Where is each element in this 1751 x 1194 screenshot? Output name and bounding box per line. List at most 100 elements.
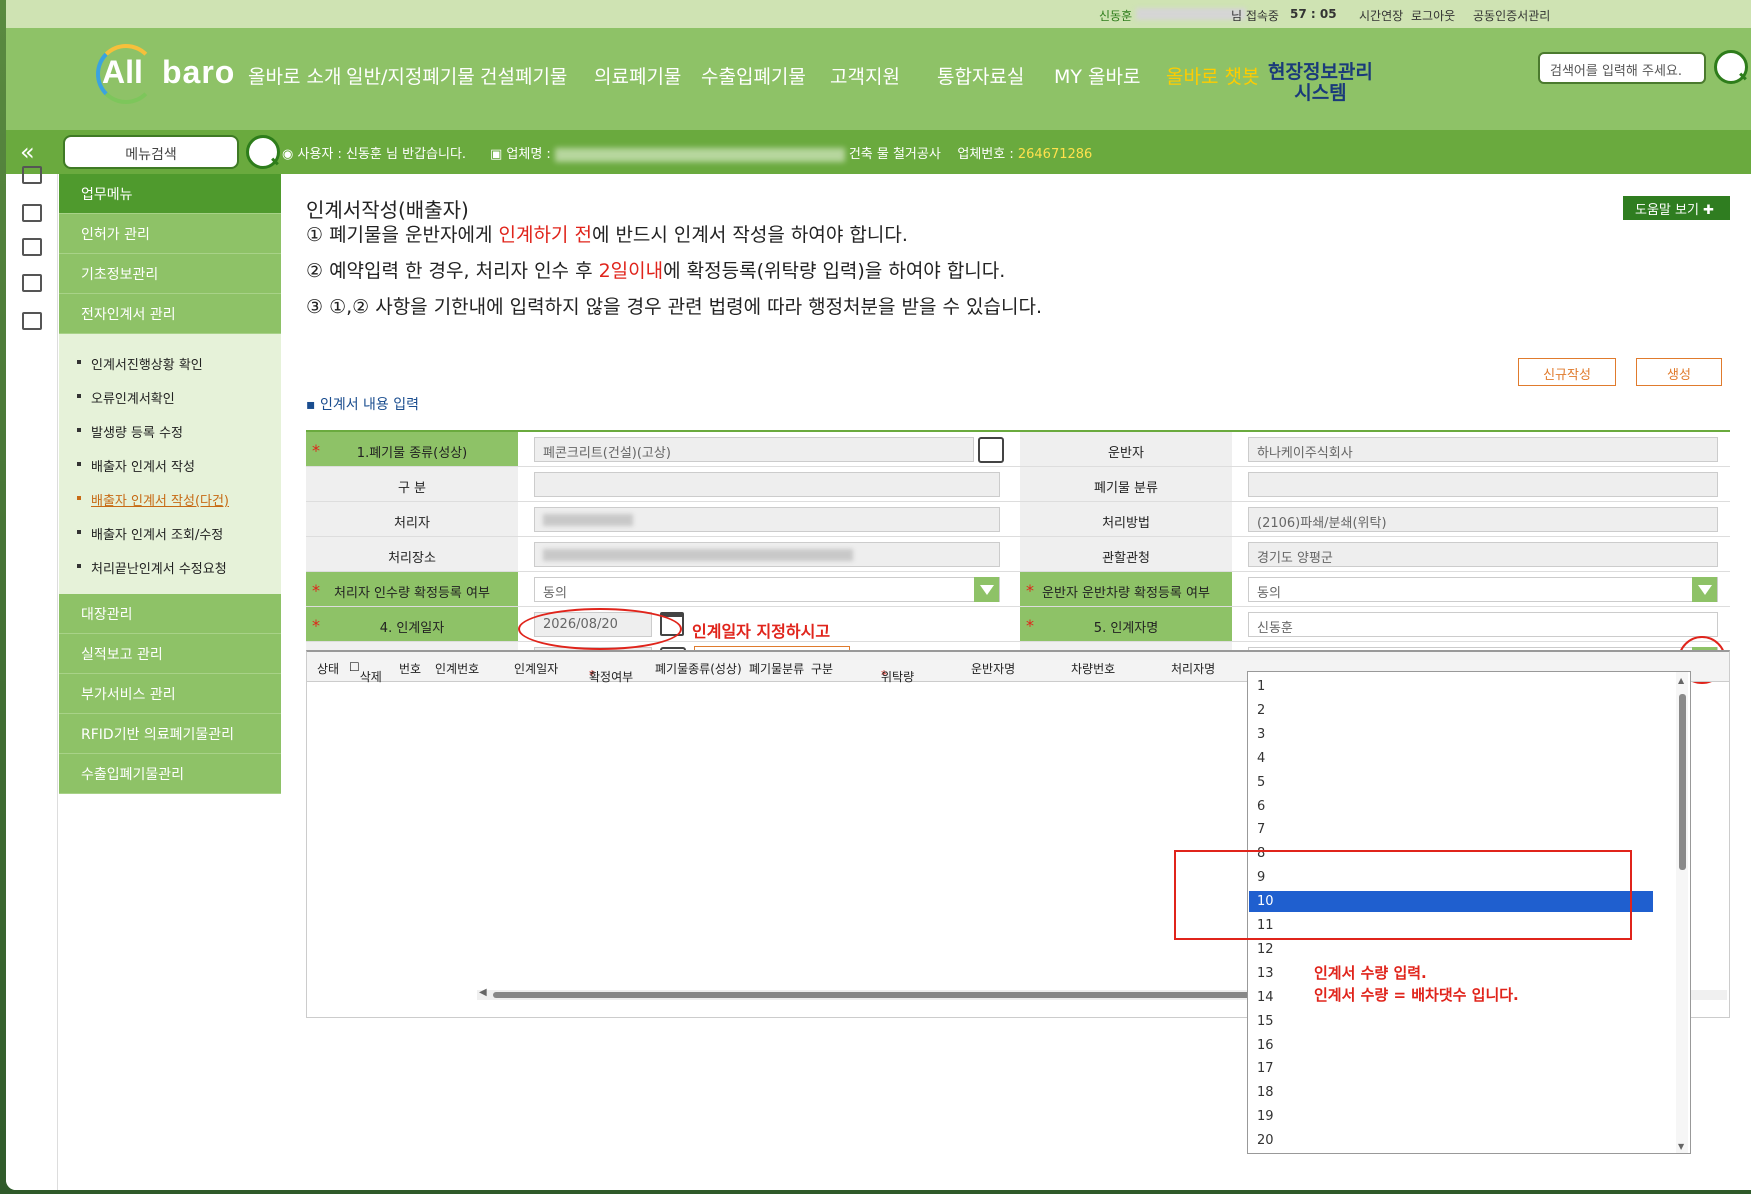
selected-option-highlight-box: [1174, 850, 1632, 940]
notice-1: ① 폐기물을 운반자에게 인계하기 전에 반드시 인계서 작성을 하여야 합니다…: [306, 224, 908, 246]
nav-data-room[interactable]: 통합자료실: [937, 62, 1024, 89]
dropdown-option[interactable]: 5: [1249, 772, 1653, 793]
dropdown-option[interactable]: 7: [1249, 819, 1653, 840]
processor-label: 처리자: [306, 502, 518, 536]
collapse-sidebar-icon[interactable]: «: [20, 138, 35, 166]
form-row: 처리자 처리방법 (2106)파쇄/분쇄(위탁): [306, 502, 1730, 537]
col-processor-name: 처리자명: [1171, 662, 1216, 676]
chevron-down-icon[interactable]: [974, 577, 999, 602]
dropdown-option[interactable]: 12: [1249, 939, 1653, 960]
handover-person-field[interactable]: 신동훈: [1248, 612, 1718, 637]
scroll-down-icon[interactable]: ▼: [1678, 1142, 1684, 1151]
handover-date-label: * 4. 인계일자: [306, 607, 518, 641]
sidebar-item-rfid[interactable]: RFID기반 의료폐기물관리: [59, 714, 281, 754]
division-label: 구 분: [306, 467, 518, 501]
sidebar: 업무메뉴 인허가 관리 기초정보관리 전자인계서 관리 인계서진행상황 확인 오…: [59, 174, 281, 794]
create-button[interactable]: 생성: [1636, 358, 1722, 386]
site-search-input[interactable]: 검색어를 입력해 주세요.: [1538, 52, 1706, 84]
menu-search-icon[interactable]: [246, 135, 280, 169]
submenu-emitter-write[interactable]: 배출자 인계서 작성: [59, 450, 281, 484]
nav-chatbot[interactable]: 올바로 챗봇: [1166, 62, 1259, 89]
menu-search-input[interactable]: 메뉴검색: [63, 135, 239, 169]
nav-about[interactable]: 올바로 소개: [248, 62, 341, 89]
nav-import-export-waste[interactable]: 수출입폐기물: [701, 62, 806, 89]
nav-site-system[interactable]: 현장정보관리 시스템: [1268, 62, 1373, 104]
process-method-label: 처리방법: [1020, 502, 1232, 536]
extend-time-link[interactable]: 시간연장: [1359, 7, 1403, 24]
division-field[interactable]: [534, 472, 1000, 497]
jurisdiction-field[interactable]: 경기도 양평군: [1248, 542, 1718, 567]
search-icon[interactable]: [1714, 50, 1748, 84]
sidebar-item-addon[interactable]: 부가서비스 관리: [59, 674, 281, 714]
allbaro-logo[interactable]: All baro: [92, 40, 252, 110]
waste-type-search-icon[interactable]: [978, 437, 1004, 463]
redacted-id: [1136, 8, 1246, 20]
process-method-field[interactable]: (2106)파쇄/분쇄(위탁): [1248, 507, 1718, 532]
certificate-link[interactable]: 공동인증서관리: [1473, 7, 1550, 24]
sidebar-item-e-handover[interactable]: 전자인계서 관리: [59, 294, 281, 334]
sidebar-submenu: 인계서진행상황 확인 오류인계서확인 발생량 등록 수정 배출자 인계서 작성 …: [59, 334, 281, 594]
dropdown-option[interactable]: 2: [1249, 700, 1653, 721]
new-write-button[interactable]: 신규작성: [1518, 358, 1616, 386]
chevron-down-icon[interactable]: [1692, 577, 1717, 602]
carrier-confirm-select[interactable]: 동의: [1248, 577, 1718, 602]
main-header: All baro 올바로 소개 일반/지정폐기물 건설폐기물 의료폐기물 수출입…: [6, 28, 1751, 130]
dropdown-option[interactable]: 6: [1249, 796, 1653, 817]
logout-link[interactable]: 로그아웃: [1411, 7, 1455, 24]
redacted-company: [554, 147, 845, 162]
dropdown-option[interactable]: 4: [1249, 748, 1653, 769]
carrier-label: 운반자: [1020, 432, 1232, 466]
handover-form: * 1.폐기물 종류(성상) 폐콘크리트(건설)(고상) 운반자 하나케이주식회사…: [306, 430, 1730, 677]
scroll-up-icon[interactable]: ▲: [1678, 676, 1684, 685]
submenu-progress-check[interactable]: 인계서진행상황 확인: [59, 348, 281, 382]
waste-class-label: 폐기물 분류: [1020, 467, 1232, 501]
sidebar-item-report[interactable]: 실적보고 관리: [59, 634, 281, 674]
nav-my-allbaro[interactable]: MY 올바로: [1054, 62, 1140, 89]
dropdown-scrollbar[interactable]: ▲ ▼: [1676, 672, 1688, 1153]
col-delete[interactable]: ☐ 삭제: [349, 660, 382, 684]
sub-bar: « 메뉴검색 ◉ 사용자 : 신동훈 님 반갑습니다. ▣ 업체명 : 건축 물 …: [6, 130, 1751, 174]
process-place-field[interactable]: [534, 542, 1000, 567]
dropdown-option[interactable]: 15: [1249, 1011, 1653, 1032]
nav-general-waste[interactable]: 일반/지정폐기물: [346, 62, 475, 89]
waste-type-field[interactable]: 폐콘크리트(건설)(고상): [534, 437, 974, 462]
dropdown-option[interactable]: 1: [1249, 676, 1653, 697]
nav-medical-waste[interactable]: 의료폐기물: [594, 62, 681, 89]
nav-construction-waste[interactable]: 건설폐기물: [480, 62, 567, 89]
scroll-left-icon[interactable]: ◀: [479, 987, 487, 998]
processor-field[interactable]: [534, 507, 1000, 532]
submenu-emitter-write-multi[interactable]: 배출자 인계서 작성(다건): [59, 484, 281, 518]
notice-3: ③ ①,② 사항을 기한내에 입력하지 않을 경우 관련 법령에 따라 행정처분…: [306, 296, 1043, 318]
connected-status: 님 접속중: [1231, 9, 1279, 23]
dropdown-scroll-thumb[interactable]: [1679, 694, 1686, 870]
submenu-fix-request[interactable]: 처리끝난인계서 수정요청: [59, 552, 281, 586]
proc-confirm-select[interactable]: 동의: [534, 577, 1000, 602]
monitor-icon[interactable]: [22, 204, 42, 222]
dropdown-option[interactable]: 16: [1249, 1035, 1653, 1056]
nav-customer-support[interactable]: 고객지원: [830, 62, 900, 89]
carrier-field[interactable]: 하나케이주식회사: [1248, 437, 1718, 462]
display-icon[interactable]: [22, 312, 42, 330]
folder-icon[interactable]: [22, 274, 42, 292]
sidebar-item-import-export[interactable]: 수출입폐기물관리: [59, 754, 281, 794]
dropdown-option[interactable]: 20: [1249, 1130, 1653, 1151]
sidebar-item-permits[interactable]: 인허가 관리: [59, 214, 281, 254]
dropdown-option[interactable]: 19: [1249, 1106, 1653, 1127]
carrier-confirm-label: * 운반자 운반차량 확정등록 여부: [1020, 572, 1232, 606]
top-status-bar: 신동훈 님 접속중 57 : 05 시간연장 로그아웃 공동인증서관리: [6, 0, 1751, 28]
submenu-emitter-search[interactable]: 배출자 인계서 조회/수정: [59, 518, 281, 552]
submenu-amount-edit[interactable]: 발생량 등록 수정: [59, 416, 281, 450]
col-vehicle-no: 차량번호: [1071, 662, 1116, 676]
submenu-error-check[interactable]: 오류인계서확인: [59, 382, 281, 416]
help-button[interactable]: 도움말 보기 ✚: [1623, 196, 1730, 220]
dropdown-option[interactable]: 18: [1249, 1082, 1653, 1103]
sidebar-item-ledger[interactable]: 대장관리: [59, 594, 281, 634]
dropdown-option[interactable]: 17: [1249, 1058, 1653, 1079]
waste-class-field[interactable]: [1248, 472, 1718, 497]
sidebar-header-menu: 업무메뉴: [59, 174, 281, 214]
contact-icon[interactable]: [22, 166, 42, 184]
dropdown-option[interactable]: 3: [1249, 724, 1653, 745]
sidebar-item-basic-info[interactable]: 기초정보관리: [59, 254, 281, 294]
process-place-label: 처리장소: [306, 537, 518, 571]
settings-icon[interactable]: [22, 238, 42, 256]
